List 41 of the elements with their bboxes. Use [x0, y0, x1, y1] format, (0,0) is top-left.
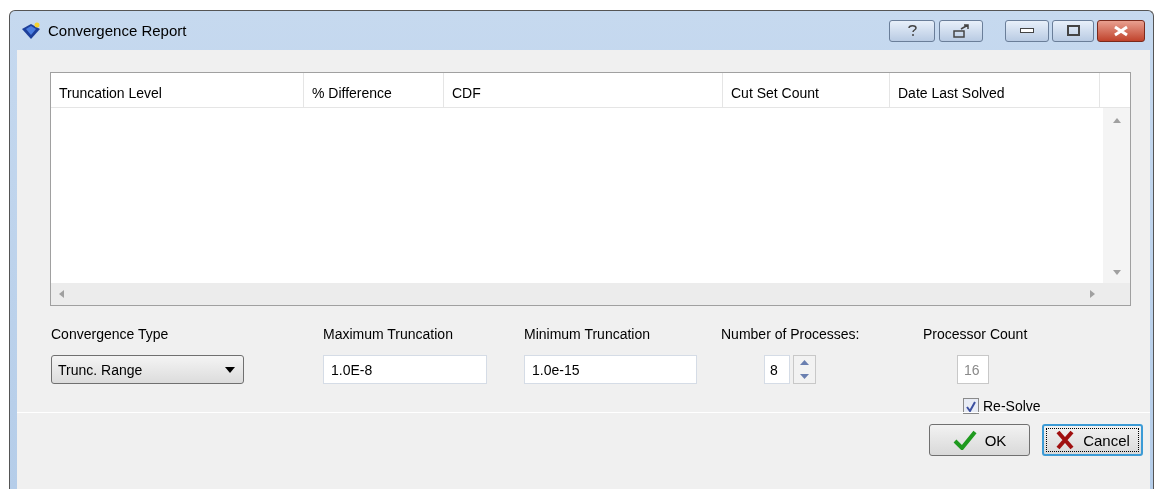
- dropdown[interactable]: Trunc. Range: [51, 355, 244, 384]
- spin-buttons[interactable]: [793, 355, 816, 384]
- horizontal-scrollbar[interactable]: [51, 283, 1103, 305]
- x-mark-icon: [1055, 430, 1076, 450]
- input-field[interactable]: 1.0e-15: [524, 355, 697, 384]
- scroll-up-icon: [1112, 118, 1121, 123]
- close-button[interactable]: [1097, 19, 1145, 42]
- field-label: Processor Count: [923, 326, 1029, 344]
- vertical-scrollbar[interactable]: [1103, 108, 1130, 283]
- scroll-left-icon: [59, 290, 64, 298]
- scroll-down-icon: [1112, 270, 1121, 275]
- field-label: Number of Processes:: [721, 326, 861, 344]
- scroll-right-icon: [1090, 290, 1095, 298]
- column-header[interactable]: Cut Set Count: [723, 73, 890, 107]
- maximize-button[interactable]: [1052, 19, 1094, 42]
- up-arrow-icon: [800, 360, 809, 366]
- cancel-button[interactable]: Cancel: [1042, 424, 1143, 456]
- column-header[interactable]: CDF: [444, 73, 723, 107]
- column-header[interactable]: Truncation Level: [51, 73, 304, 107]
- diamond-icon: [20, 21, 42, 40]
- minimize-icon: [1020, 28, 1034, 33]
- number-field[interactable]: 8: [764, 355, 790, 384]
- checkmark-icon: [952, 430, 977, 450]
- checkbox-label: Re-Solve: [983, 398, 1041, 414]
- window-dock-icon: [952, 23, 970, 38]
- field-label: Maximum Truncation: [323, 326, 454, 344]
- column-header[interactable]: % Difference: [304, 73, 444, 107]
- field-label: Minimum Truncation: [524, 326, 652, 344]
- column-header[interactable]: Date Last Solved: [890, 73, 1100, 107]
- close-icon: [1113, 24, 1129, 37]
- scrollbar-corner: [1103, 283, 1130, 305]
- caret-icon: [225, 366, 235, 373]
- help-button[interactable]: [889, 19, 935, 42]
- window-title: Convergence Report: [48, 22, 188, 39]
- ok-button[interactable]: OK: [929, 424, 1030, 456]
- dock-button[interactable]: [939, 19, 983, 42]
- field-label: Convergence Type: [51, 326, 170, 344]
- down-arrow-icon: [800, 373, 809, 379]
- maximize-icon: [1066, 25, 1080, 36]
- input-field[interactable]: 1.0E-8: [323, 355, 487, 384]
- minimize-button[interactable]: [1005, 19, 1049, 42]
